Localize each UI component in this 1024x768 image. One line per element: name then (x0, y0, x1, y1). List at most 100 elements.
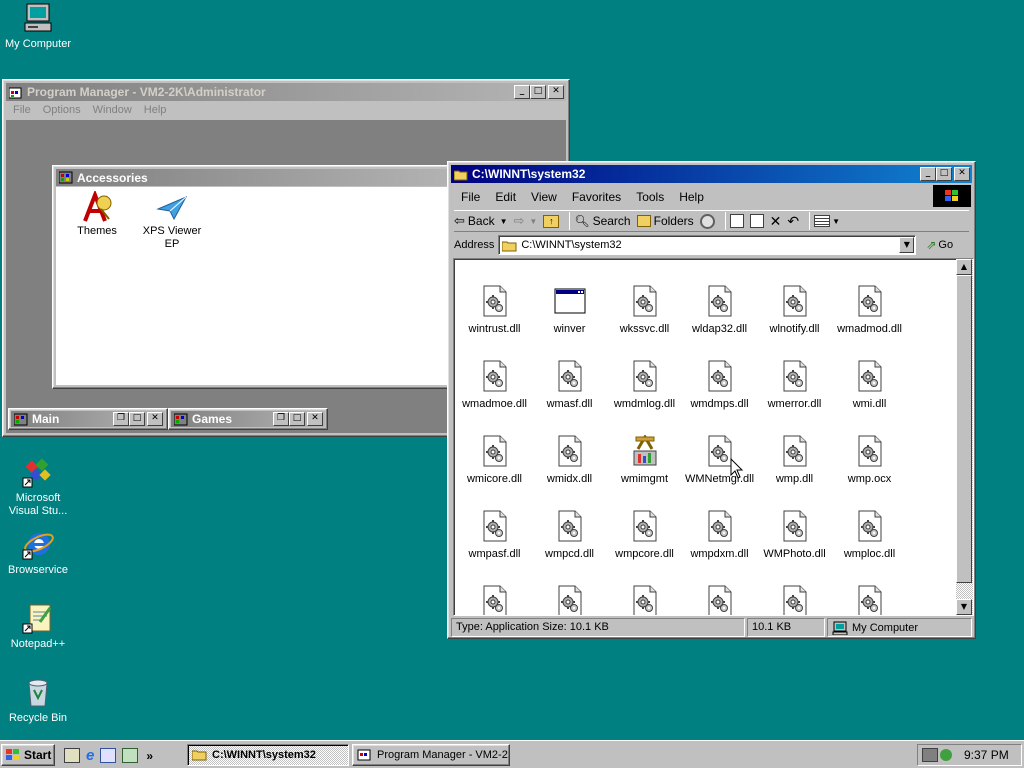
desktop-icon-browservice[interactable]: Browservice (0, 528, 76, 577)
file-item[interactable]: wldap32.dll (682, 285, 757, 335)
explorer-window[interactable]: C:\WINNT\system32 _ □ ✕ File Edit View F… (447, 161, 976, 639)
close-button[interactable]: ✕ (548, 85, 564, 99)
menu-file[interactable]: File (461, 190, 480, 204)
file-item[interactable]: wkssvc.dll (607, 285, 682, 335)
file-list-view[interactable]: wintrust.dll winver wkssvc.dll wldap32.dll w… (453, 258, 974, 616)
scroll-thumb[interactable] (956, 275, 972, 583)
accessories-titlebar[interactable]: Accessories (56, 169, 468, 186)
program-item-xps-viewer[interactable]: XPS Viewer EP (136, 191, 208, 251)
maximize-button[interactable]: □ (936, 167, 952, 181)
dll-file-icon (558, 585, 581, 615)
media-icon[interactable] (122, 748, 139, 763)
folders-button[interactable]: Folders (636, 214, 694, 228)
minimize-button[interactable]: _ (514, 85, 530, 99)
views-button[interactable]: ▼ (814, 215, 840, 227)
history-button[interactable] (699, 213, 715, 229)
menu-favorites[interactable]: Favorites (572, 190, 621, 204)
file-item[interactable]: wmpcd.dll (532, 510, 607, 560)
vertical-scrollbar[interactable]: ▲ ▼ (956, 259, 973, 615)
file-item[interactable]: wintrust.dll (457, 285, 532, 335)
menu-help[interactable]: Help (144, 104, 167, 116)
scroll-down-button[interactable]: ▼ (956, 599, 972, 615)
up-folder-button[interactable]: ↑ (543, 214, 560, 228)
file-item[interactable] (607, 585, 682, 615)
close-button[interactable]: ✕ (954, 167, 970, 181)
move-to-button[interactable] (729, 214, 744, 228)
file-item[interactable]: wmploc.dll (832, 510, 907, 560)
desktop-icon-visual-studio[interactable]: Microsoft Visual Stu... (0, 456, 76, 518)
file-item[interactable]: wmdmps.dll (682, 360, 757, 410)
file-item[interactable]: wmicore.dll (457, 435, 532, 485)
file-item[interactable] (682, 585, 757, 615)
file-item[interactable]: wmp.dll (757, 435, 832, 485)
close-button[interactable]: ✕ (147, 412, 163, 426)
tray-app-icon[interactable] (940, 749, 952, 761)
menu-tools[interactable]: Tools (636, 190, 664, 204)
network-icon[interactable] (922, 748, 938, 762)
menu-window[interactable]: Window (93, 104, 132, 116)
program-manager-titlebar[interactable]: Program Manager - VM2-2K\Administrator _… (6, 83, 566, 101)
desktop-icon-notepad-plus-plus[interactable]: Notepad++ (0, 602, 76, 651)
show-desktop-icon[interactable] (64, 748, 80, 763)
menu-edit[interactable]: Edit (495, 190, 516, 204)
search-button[interactable]: 🔍︎ Search (574, 214, 630, 228)
file-item[interactable] (457, 585, 532, 615)
history-icon (699, 213, 715, 229)
internet-explorer-icon[interactable]: e (86, 747, 94, 764)
copy-to-button[interactable] (749, 214, 764, 228)
task-button-explorer[interactable]: C:\WINNT\system32 (187, 744, 349, 766)
maximize-button[interactable]: □ (530, 85, 546, 99)
maximize-button[interactable]: □ (289, 412, 305, 426)
quick-launch-chevron-icon[interactable]: » (146, 749, 153, 763)
undo-button[interactable]: ↶ (787, 213, 799, 230)
file-item[interactable]: wmasf.dll (532, 360, 607, 410)
file-item[interactable]: wmidx.dll (532, 435, 607, 485)
menu-options[interactable]: Options (43, 104, 81, 116)
games-group-minimized[interactable]: Games ❐ □ ✕ (168, 408, 328, 430)
outlook-icon[interactable] (100, 748, 117, 763)
file-item[interactable]: wmimgmt (607, 435, 682, 485)
file-item[interactable]: wmpcore.dll (607, 510, 682, 560)
file-item[interactable]: wmpasf.dll (457, 510, 532, 560)
delete-button[interactable]: ✕ (770, 213, 782, 230)
back-button[interactable]: ⇦ Back ▼ (454, 213, 508, 229)
restore-button[interactable]: ❐ (113, 412, 129, 426)
main-group-label: Main (32, 412, 60, 426)
desktop-icon-my-computer[interactable]: My Computer (0, 2, 76, 51)
program-manager-icon (357, 749, 371, 761)
file-item[interactable] (532, 585, 607, 615)
explorer-titlebar[interactable]: C:\WINNT\system32 _ □ ✕ (451, 165, 972, 183)
file-item[interactable] (757, 585, 832, 615)
file-item[interactable]: WMNetmgr.dll (682, 435, 757, 485)
file-item[interactable]: wmadmoe.dll (457, 360, 532, 410)
file-item[interactable]: wmp.ocx (832, 435, 907, 485)
minimize-button[interactable]: _ (920, 167, 936, 181)
task-button-program-manager[interactable]: Program Manager - VM2-2... (352, 744, 510, 766)
menu-help[interactable]: Help (679, 190, 704, 204)
maximize-button[interactable]: □ (129, 412, 145, 426)
file-item[interactable]: wmerror.dll (757, 360, 832, 410)
restore-button[interactable]: ❐ (273, 412, 289, 426)
file-item[interactable] (832, 585, 907, 615)
forward-button[interactable]: ⇨ ▼ (514, 213, 538, 229)
address-input[interactable]: C:\WINNT\system32 ▼ (498, 235, 917, 255)
start-button[interactable]: Start (1, 744, 55, 766)
menu-view[interactable]: View (531, 190, 557, 204)
go-button[interactable]: ⇗ Go (926, 238, 953, 252)
file-item[interactable]: wlnotify.dll (757, 285, 832, 335)
address-dropdown-button[interactable]: ▼ (899, 237, 915, 253)
accessories-window[interactable]: Accessories Themes XPS Viewer EP (52, 165, 472, 389)
file-item[interactable]: wmi.dll (832, 360, 907, 410)
scroll-up-button[interactable]: ▲ (956, 259, 972, 275)
main-group-minimized[interactable]: Main ❐ □ ✕ (8, 408, 168, 430)
file-item[interactable]: wmdmlog.dll (607, 360, 682, 410)
file-item[interactable]: wmadmod.dll (832, 285, 907, 335)
file-item[interactable]: wmpdxm.dll (682, 510, 757, 560)
menu-file[interactable]: File (13, 104, 31, 116)
file-item[interactable]: winver (532, 285, 607, 335)
program-item-themes[interactable]: Themes (62, 191, 132, 237)
clock[interactable]: 9:37 PM (964, 748, 1009, 762)
file-item[interactable]: WMPhoto.dll (757, 510, 832, 560)
close-button[interactable]: ✕ (307, 412, 323, 426)
desktop-icon-recycle-bin[interactable]: Recycle Bin (0, 676, 76, 725)
